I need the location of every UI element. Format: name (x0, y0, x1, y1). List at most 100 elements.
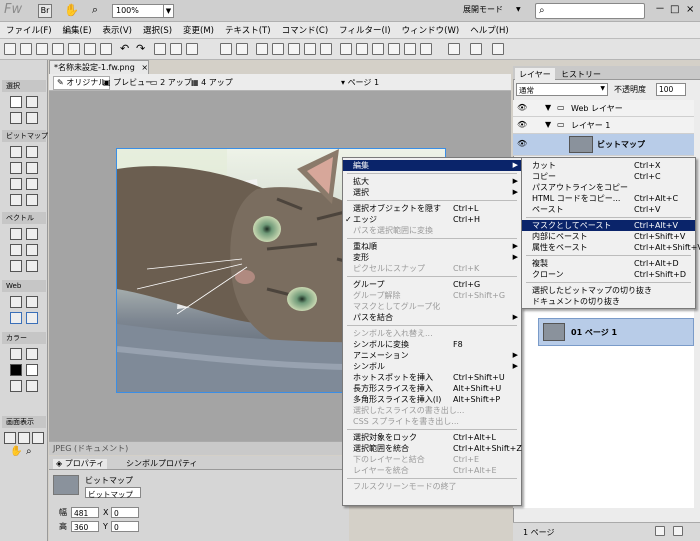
menu-item[interactable]: マスクとしてグループ化 (343, 301, 521, 312)
menu-filters[interactable]: フィルター(I) (339, 24, 390, 36)
combine-icon[interactable] (256, 43, 268, 55)
menu-item[interactable]: レイヤーを統合 Ctrl+Alt+E (343, 465, 521, 476)
menu-item[interactable]: グループ Ctrl+G (343, 279, 521, 290)
open-file-icon[interactable] (36, 43, 48, 55)
menu-item[interactable]: クローン Ctrl+Shift+D (522, 269, 695, 280)
rectangle-tool-icon[interactable] (10, 244, 22, 256)
menu-item[interactable]: 選択対象をロック Ctrl+Alt+L (343, 432, 521, 443)
menu-item[interactable]: 内部にペースト Ctrl+Shift+V (522, 231, 695, 242)
rotate-left-icon[interactable] (372, 43, 384, 55)
group-icon[interactable] (220, 43, 232, 55)
ungroup-icon[interactable] (236, 43, 248, 55)
stamp-tool-icon[interactable] (26, 194, 38, 206)
workspace-mode-switcher[interactable]: 展開モード (463, 6, 503, 14)
hide-slices-icon[interactable] (10, 312, 22, 324)
lasso-tool-icon[interactable] (26, 146, 38, 158)
menu-item[interactable]: 複製 Ctrl+Alt+D (522, 258, 695, 269)
menu-item[interactable]: 選択範囲を統合 Ctrl+Alt+Shift+Z (343, 443, 522, 454)
standard-screen-icon[interactable] (4, 432, 16, 444)
menu-item[interactable]: フルスクリーンモードの終了 (343, 481, 521, 492)
swap-colors-icon[interactable] (26, 380, 38, 392)
menu-item[interactable]: 選択 ▶ (343, 187, 521, 198)
menu-item[interactable]: HTML コードをコピー... Ctrl+Alt+C (522, 193, 695, 204)
zoom-select[interactable]: 100% ▼ (112, 4, 174, 18)
undo-icon[interactable]: ↶ (120, 42, 132, 55)
blur-tool-icon[interactable] (10, 194, 22, 206)
hand-tool-icon[interactable]: ✋ (10, 446, 22, 458)
punch-icon[interactable] (288, 43, 300, 55)
zoom-tool-icon[interactable]: ⌕ (26, 446, 38, 458)
menu-item[interactable]: 属性をペースト Ctrl+Alt+Shift+V (522, 242, 700, 253)
menu-item[interactable]: グループ解除 Ctrl+Shift+G (343, 290, 521, 301)
marquee-tool-icon[interactable] (10, 146, 22, 158)
menu-item[interactable]: カット Ctrl+X (522, 160, 695, 171)
new-file-icon[interactable] (20, 43, 32, 55)
magic-wand-icon[interactable] (10, 162, 22, 174)
paint-bucket-icon[interactable] (26, 348, 38, 360)
show-slices-icon[interactable] (26, 312, 38, 324)
layout-icon[interactable] (492, 43, 504, 55)
menu-item[interactable]: ✓ エッジ Ctrl+H (343, 214, 521, 225)
menu-help[interactable]: ヘルプ(H) (470, 24, 509, 36)
opacity-field[interactable]: 100 (656, 83, 686, 96)
menu-text[interactable]: テキスト(T) (225, 24, 271, 36)
close-tab-icon[interactable]: × (141, 63, 148, 72)
new-page-icon[interactable] (655, 526, 665, 536)
menu-item[interactable]: 編集 ▶ (343, 160, 521, 171)
menu-select[interactable]: 選択(S) (143, 24, 172, 36)
expand-icon[interactable]: ▼ (545, 104, 551, 112)
menu-window[interactable]: ウィンドウ(W) (402, 24, 460, 36)
view-4up-tab[interactable]: ▦ 4 アップ (191, 79, 233, 87)
full-screen-menu-icon[interactable] (18, 432, 30, 444)
menu-item[interactable]: 多角形スライスを挿入(I) Alt+Shift+P (343, 394, 521, 405)
hotspot-tool-icon[interactable] (10, 296, 22, 308)
rotate-right-icon[interactable] (388, 43, 400, 55)
crop-path-icon[interactable] (320, 43, 332, 55)
menu-item[interactable]: 長方形スライスを挿入 Alt+Shift+U (343, 383, 521, 394)
order-icon[interactable] (470, 43, 482, 55)
minimize-button[interactable]: － (655, 5, 665, 15)
zoom-tool-icon[interactable]: ⌕ (88, 4, 102, 18)
pen-tool-icon[interactable] (26, 228, 38, 240)
menu-item[interactable]: パスを選択範囲に変換 (343, 225, 521, 236)
eyedropper-tool-icon[interactable] (10, 348, 22, 360)
search-input[interactable]: ⌕ (535, 3, 645, 19)
align-icon[interactable] (340, 43, 352, 55)
view-original-tab[interactable]: ✎ オリジナル (53, 76, 111, 90)
page-item[interactable]: 01 ページ 1 (538, 318, 694, 346)
cut-icon[interactable] (154, 43, 166, 55)
menu-item[interactable]: 重ね順 ▶ (343, 241, 521, 252)
menu-item[interactable]: アニメーション ▶ (343, 350, 521, 361)
eye-icon[interactable]: 👁 (517, 121, 527, 129)
stroke-color-swatch[interactable] (10, 364, 22, 376)
eraser-tool-icon[interactable] (26, 178, 38, 190)
menu-commands[interactable]: コマンド(C) (282, 24, 329, 36)
tab-symbol-properties[interactable]: シンボルプロパティ (123, 459, 201, 469)
close-button[interactable]: × (686, 5, 694, 15)
menu-item[interactable]: マスクとしてペースト Ctrl+Alt+V (522, 220, 695, 231)
object-name-field[interactable]: ビットマップ (85, 487, 141, 499)
menu-edit[interactable]: 編集(E) (63, 24, 92, 36)
redo-icon[interactable]: ↷ (136, 42, 148, 55)
brush-tool-icon[interactable] (26, 162, 38, 174)
blend-mode-select[interactable]: 通常 ▼ (516, 83, 608, 96)
eye-icon[interactable]: 👁 (517, 140, 527, 148)
menu-item[interactable]: 選択したスライスの書き出し... (343, 405, 521, 416)
copy-icon[interactable] (170, 43, 182, 55)
menu-item[interactable]: 拡大 ▶ (343, 176, 521, 187)
menu-item[interactable]: ペースト Ctrl+V (522, 204, 695, 215)
menu-item[interactable]: コピー Ctrl+C (522, 171, 695, 182)
slice-tool-icon[interactable] (26, 296, 38, 308)
width-field[interactable]: 481 (71, 507, 99, 518)
new-document-icon[interactable] (4, 43, 16, 55)
maximize-button[interactable]: □ (670, 5, 679, 15)
expand-icon[interactable]: ▼ (545, 121, 551, 129)
export-icon[interactable] (84, 43, 96, 55)
print-icon[interactable] (100, 43, 112, 55)
crop-tool-icon[interactable] (26, 112, 38, 124)
subselect-tool-icon[interactable] (26, 96, 38, 108)
layer-row[interactable]: 👁 ▼ ▭ レイヤー 1 (513, 117, 694, 134)
line-tool-icon[interactable] (10, 228, 22, 240)
tab-properties[interactable]: ◈ プロパティ (53, 459, 108, 469)
default-colors-icon[interactable] (10, 380, 22, 392)
